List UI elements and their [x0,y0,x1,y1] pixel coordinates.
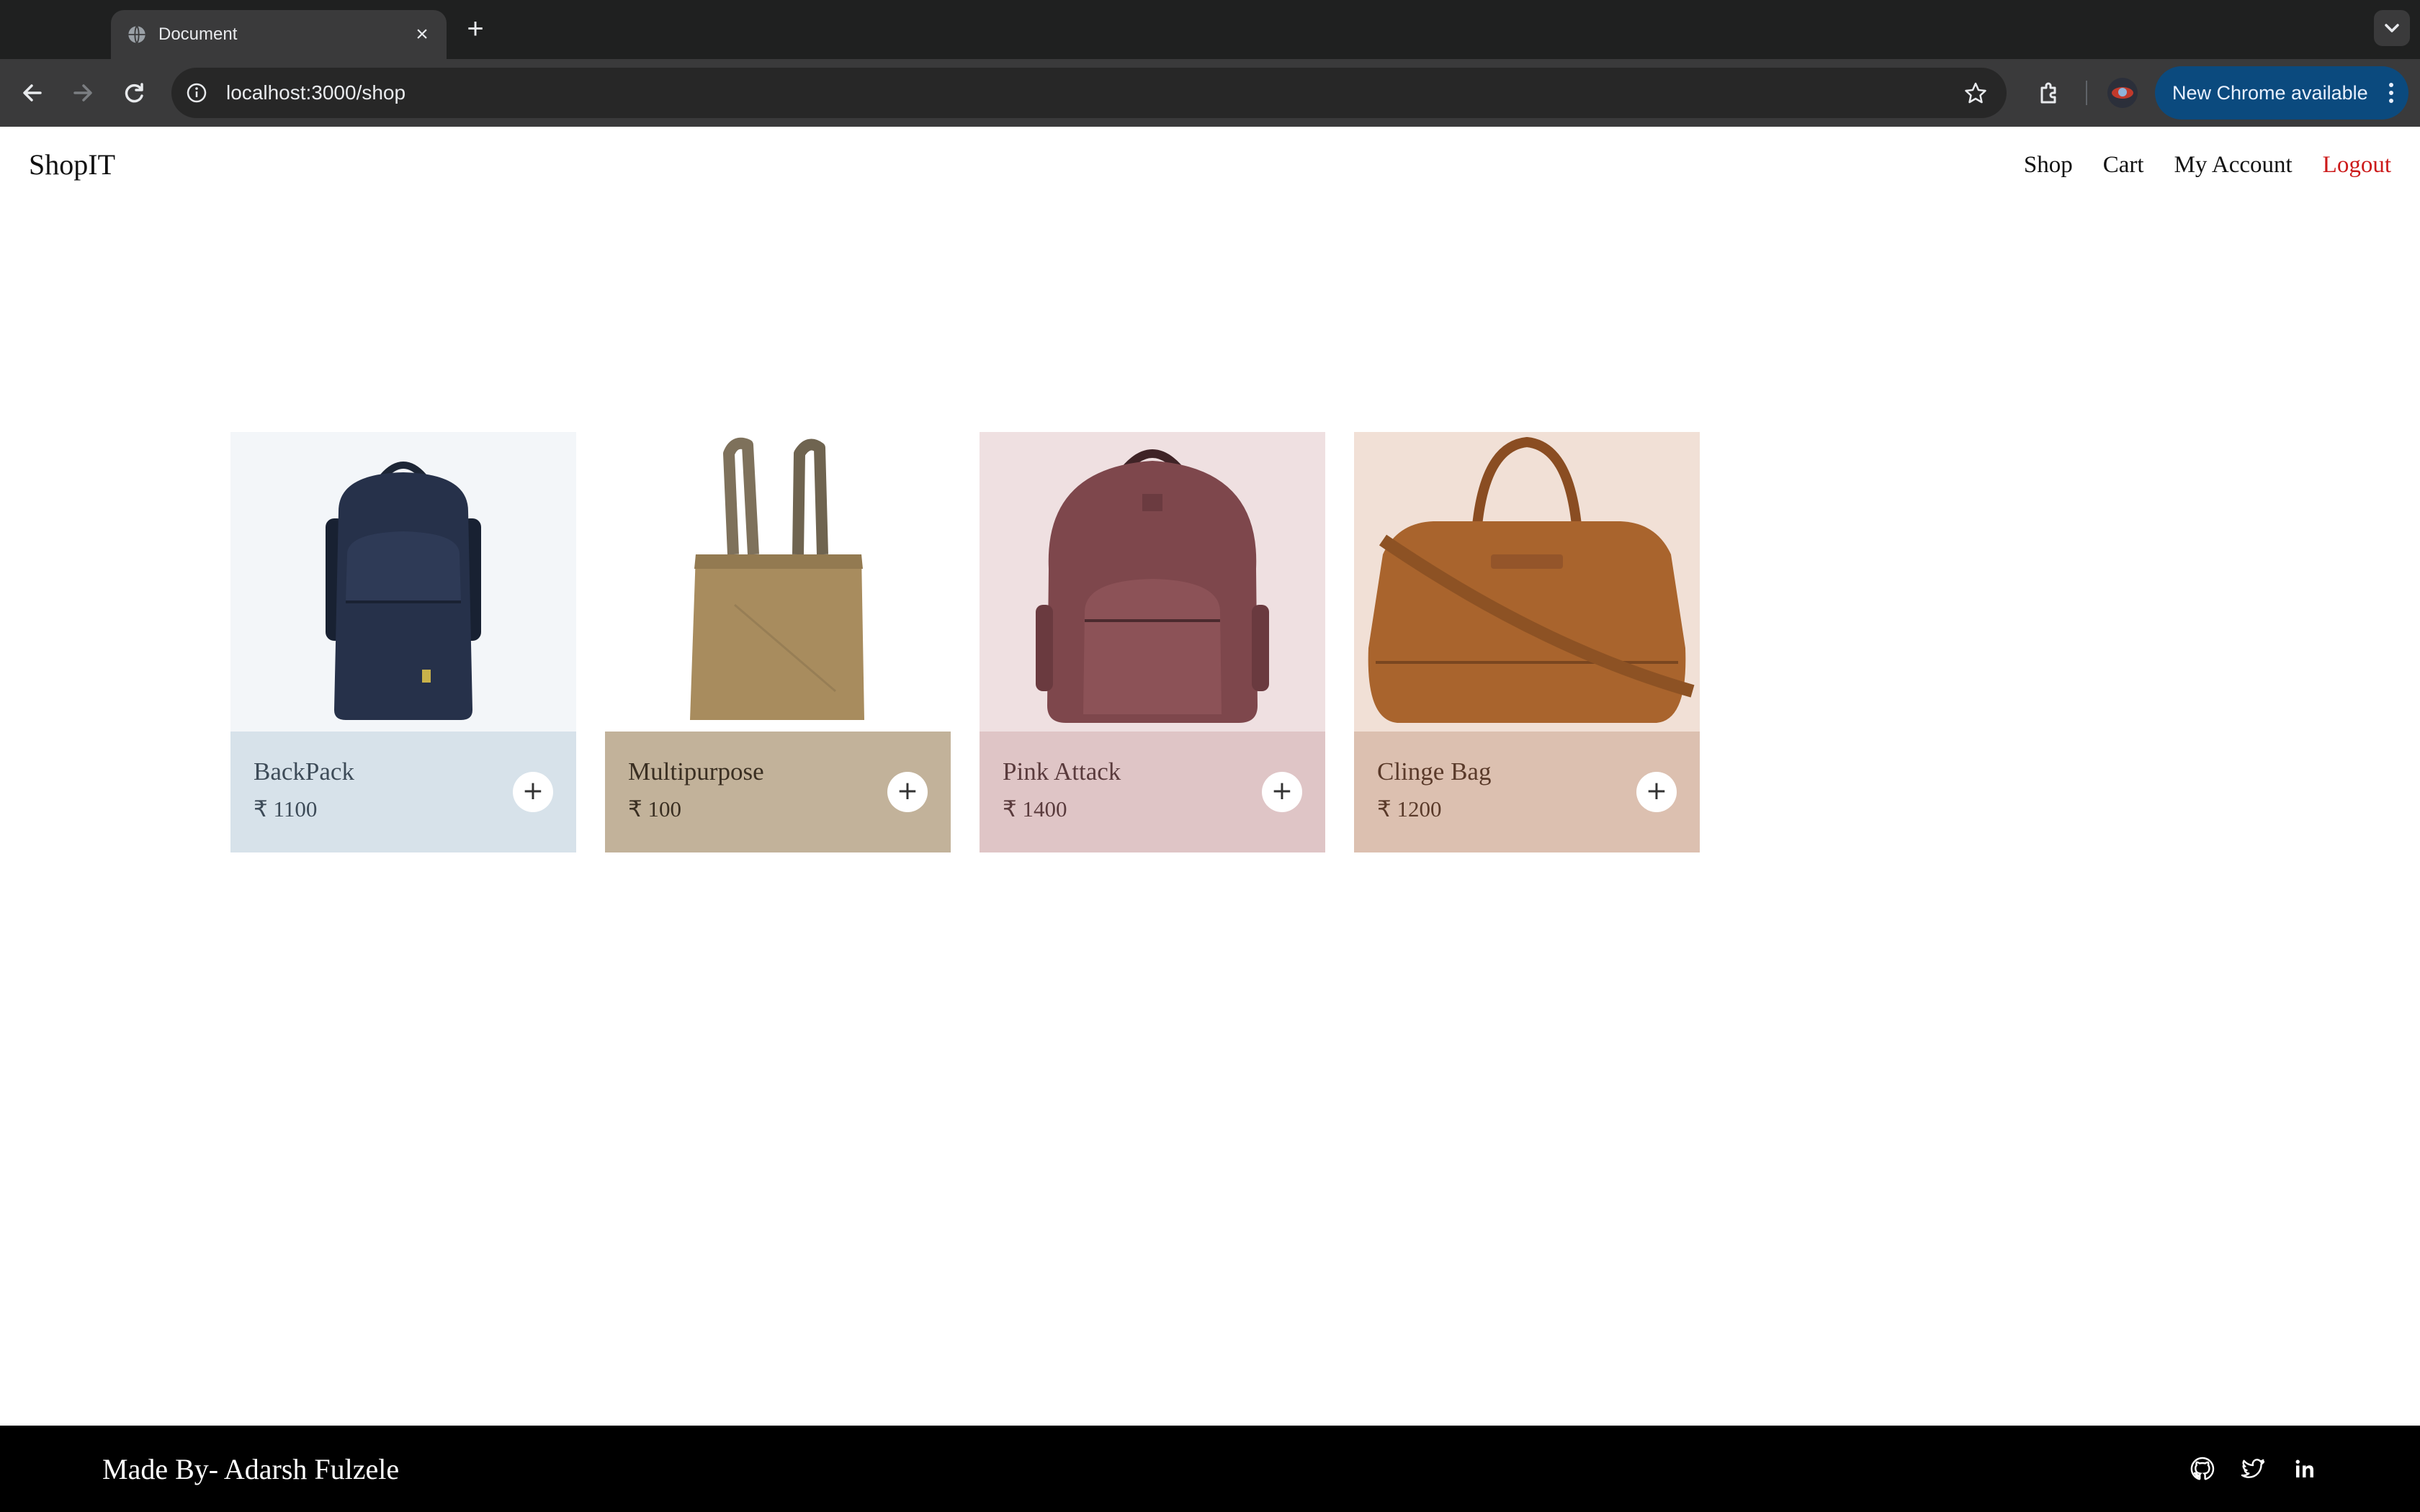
extensions-icon[interactable] [2031,75,2067,111]
reload-icon[interactable] [117,75,153,111]
browser-tab-strip: Document × + [0,0,2420,59]
product-info-panel: Multipurpose ₹ 100 + [605,732,951,852]
linkedin-icon[interactable] [2292,1456,2318,1482]
twitter-icon[interactable] [2240,1456,2266,1482]
product-name: Clinge Bag [1377,757,1492,786]
globe-icon [128,25,145,44]
github-icon[interactable] [2190,1456,2215,1482]
tab-title: Document [158,24,238,44]
product-price: ₹ 1100 [254,796,318,822]
address-bar[interactable]: localhost:3000/shop [171,68,2007,118]
product-image [1354,432,1700,732]
product-card: Pink Attack ₹ 1400 + [980,432,1325,852]
product-info-panel: Pink Attack ₹ 1400 + [980,732,1325,852]
product-price: ₹ 1400 [1003,796,1067,822]
nav-cart-link[interactable]: Cart [2103,147,2144,183]
url-text[interactable]: localhost:3000/shop [226,80,405,106]
add-to-cart-button[interactable]: + [1636,772,1677,812]
bookmark-star-icon[interactable] [1963,81,1988,105]
new-tab-button[interactable]: + [461,14,490,43]
leather-backpack-image [980,432,1325,732]
product-image [230,432,576,732]
product-name: Multipurpose [628,757,764,786]
product-card: Clinge Bag ₹ 1200 + [1354,432,1700,852]
profile-avatar[interactable] [2107,78,2138,108]
close-tab-icon[interactable]: × [409,22,435,48]
product-image [980,432,1325,732]
duffel-bag-image [1354,432,1700,732]
browser-tab[interactable]: Document × [111,10,447,59]
nav-account-link[interactable]: My Account [2174,147,2293,183]
forward-icon[interactable] [65,75,101,111]
main-nav: Shop Cart My Account Logout [1994,147,2391,183]
chevron-down-icon [2385,24,2399,32]
product-price: ₹ 100 [628,796,681,822]
site-footer: Made By- Adarsh Fulzele [0,1426,2420,1512]
product-name: Pink Attack [1003,757,1121,786]
product-price: ₹ 1200 [1377,796,1442,822]
browser-toolbar: localhost:3000/shop New Chrome available [0,59,2420,127]
shop-page: ShopIT Shop Cart My Account Logout BackP… [0,127,2420,1512]
backpack-image [230,432,576,732]
add-to-cart-button[interactable]: + [513,772,553,812]
update-label: New Chrome available [2172,82,2368,104]
toolbar-divider [2086,81,2087,105]
back-icon[interactable] [14,75,50,111]
add-to-cart-button[interactable]: + [887,772,928,812]
more-menu-icon [2389,83,2393,103]
product-info-panel: BackPack ₹ 1100 + [230,732,576,852]
product-card: BackPack ₹ 1100 + [230,432,576,852]
product-grid: BackPack ₹ 1100 + Multipurpose ₹ 100 + P… [230,432,1700,852]
product-card: Multipurpose ₹ 100 + [605,432,951,852]
product-image [605,432,951,732]
brand-logo[interactable]: ShopIT [29,147,115,183]
tote-bag-image [605,432,951,732]
update-chrome-button[interactable]: New Chrome available [2155,66,2408,120]
nav-logout-link[interactable]: Logout [2323,147,2391,183]
profile-icon [2112,87,2133,99]
add-to-cart-button[interactable]: + [1262,772,1302,812]
product-name: BackPack [254,757,354,786]
product-info-panel: Clinge Bag ₹ 1200 + [1354,732,1700,852]
footer-credit: Made By- Adarsh Fulzele [102,1453,400,1485]
site-info-icon[interactable] [186,82,207,104]
nav-shop-link[interactable]: Shop [2024,147,2073,183]
tab-search-button[interactable] [2374,10,2410,46]
